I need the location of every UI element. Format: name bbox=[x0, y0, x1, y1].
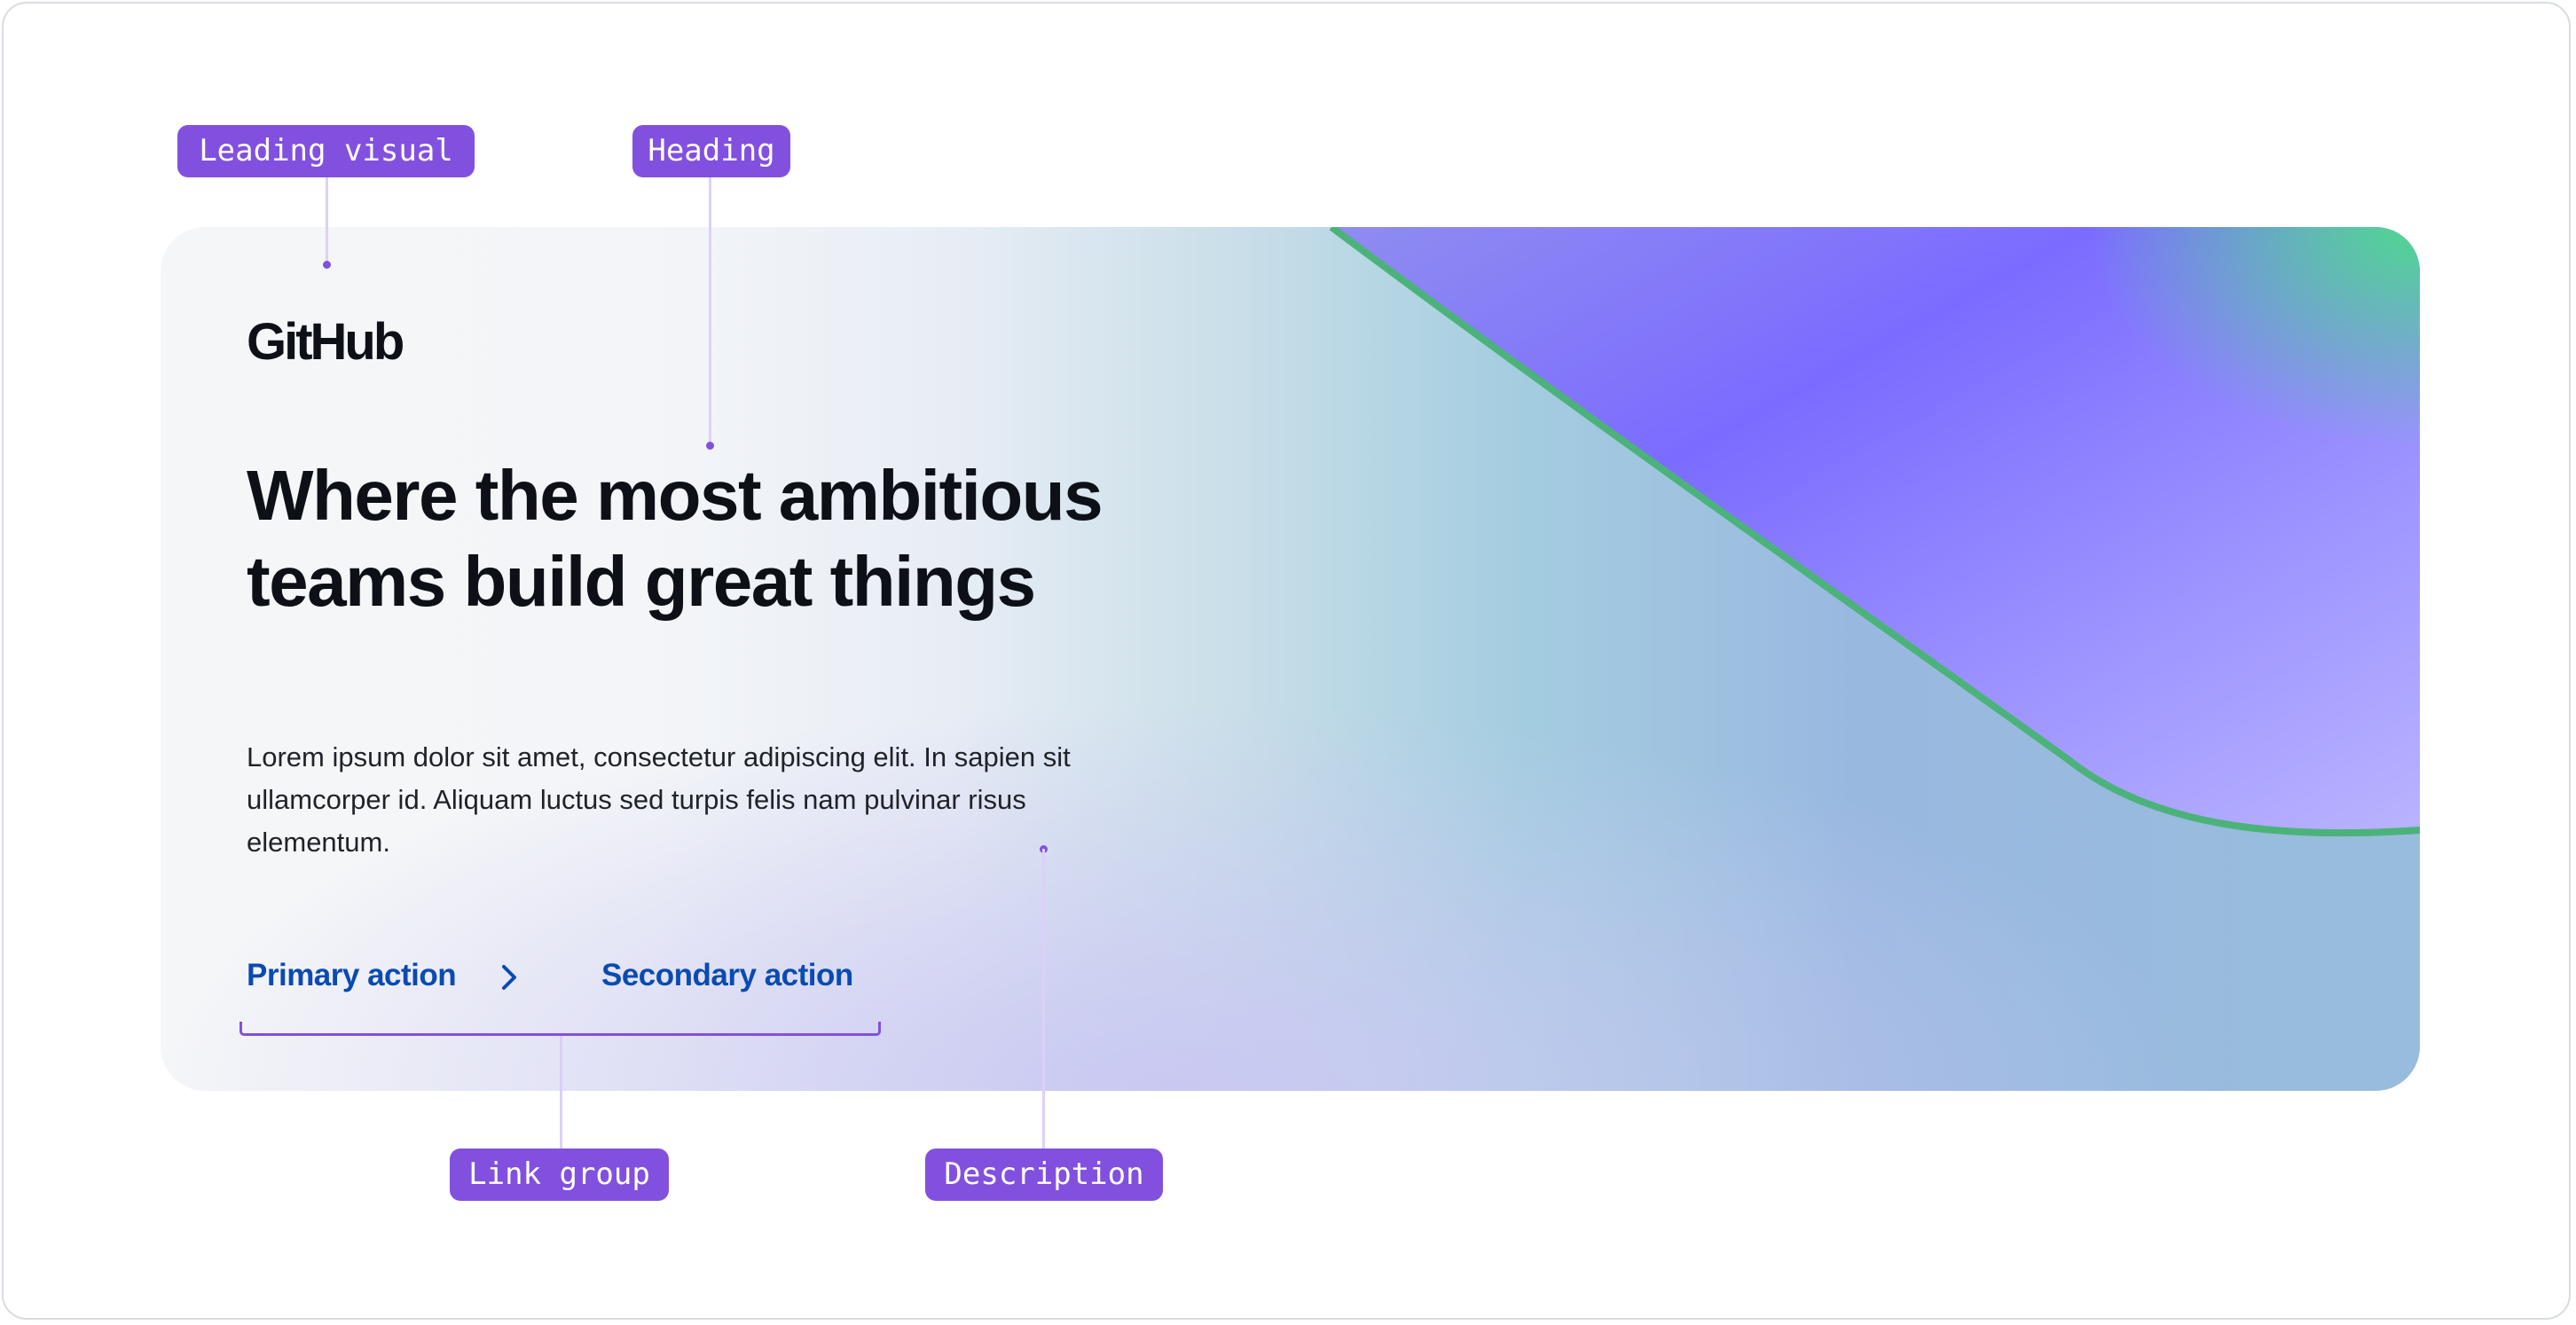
secondary-action-link[interactable]: Secondary action bbox=[601, 958, 853, 993]
annotation-heading: Heading bbox=[632, 125, 790, 177]
primary-action-link[interactable]: Primary action bbox=[247, 958, 457, 993]
hero-description: Lorem ipsum dolor sit amet, consectetur … bbox=[247, 741, 1071, 858]
heading-marker bbox=[706, 442, 714, 450]
leading-visual-marker bbox=[323, 261, 331, 269]
leading-visual-connector bbox=[326, 176, 328, 264]
annotation-link-group: Link group bbox=[450, 1149, 669, 1201]
link-group-bracket bbox=[240, 1022, 881, 1036]
link-group-connector bbox=[560, 1036, 562, 1149]
annotation-description: Description bbox=[925, 1149, 1163, 1201]
description-connector bbox=[1042, 849, 1045, 1149]
hero-heading: Where the most ambitious teams build gre… bbox=[247, 456, 1103, 621]
annotation-leading-visual: Leading visual bbox=[177, 125, 475, 177]
github-logo: GitHub bbox=[247, 313, 404, 371]
heading-connector bbox=[709, 176, 711, 445]
chevron-right-icon bbox=[502, 965, 516, 990]
